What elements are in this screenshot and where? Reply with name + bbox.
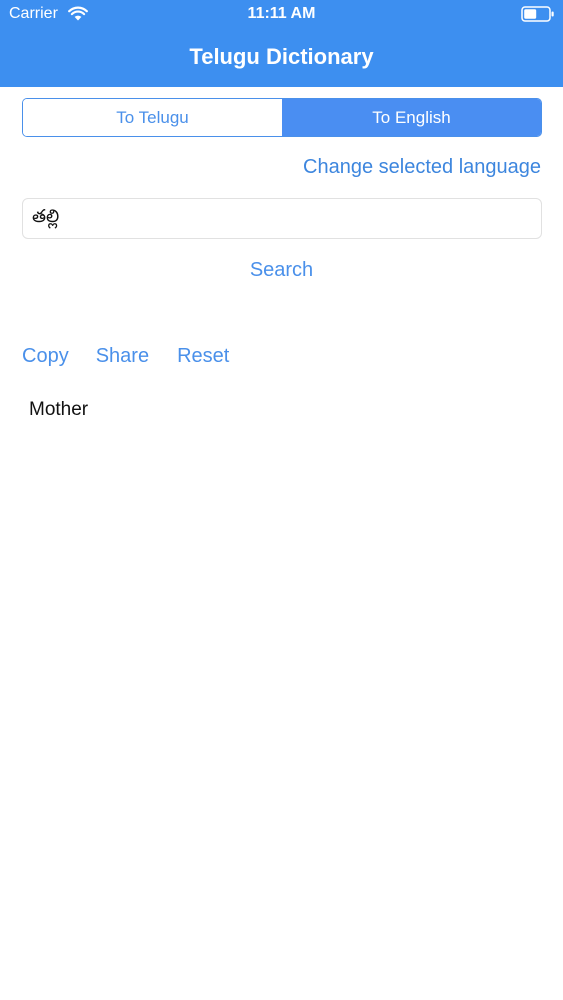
header: Carrier 11:11 AM Telugu Dictionary [0,0,563,87]
action-bar: Copy Share Reset [22,345,229,371]
reset-button[interactable]: Reset [177,345,229,371]
change-language-button[interactable]: Change selected language [303,156,541,179]
segment-to-english[interactable]: To English [282,99,541,136]
search-button[interactable]: Search [0,259,563,282]
translation-result: Mother [29,399,89,420]
language-segmented-control: To Telugu To English [22,98,542,137]
segment-to-telugu[interactable]: To Telugu [23,99,282,136]
status-bar: Carrier 11:11 AM [0,0,563,28]
status-time: 11:11 AM [247,5,316,22]
search-input[interactable] [22,198,542,239]
app-screen: Carrier 11:11 AM Telugu Dictionary To Te… [0,0,563,1000]
copy-button[interactable]: Copy [22,345,69,371]
share-button[interactable]: Share [96,345,149,371]
page-title: Telugu Dictionary [189,44,374,69]
battery-icon [521,6,554,22]
